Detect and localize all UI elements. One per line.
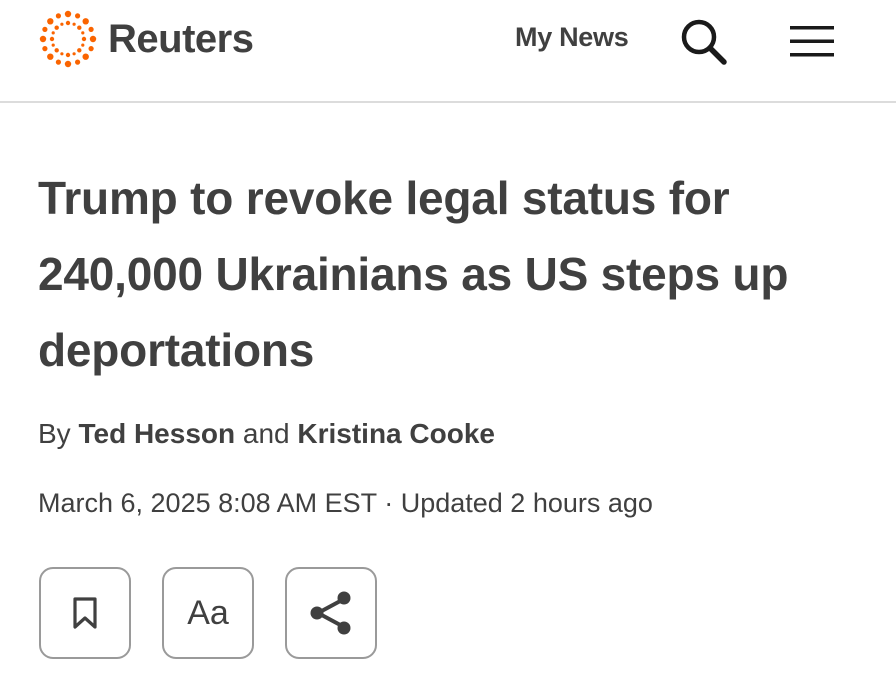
reuters-logo-icon xyxy=(39,10,97,68)
my-news-link[interactable]: My News xyxy=(515,22,629,53)
reuters-logo[interactable]: Reuters xyxy=(36,8,254,70)
byline-conjunction: and xyxy=(242,418,290,449)
text-size-label: Aa xyxy=(187,593,229,632)
save-article-button[interactable] xyxy=(39,567,131,659)
bookmark-icon xyxy=(73,597,97,629)
dateline: March 6, 2025 8:08 AM EST · Updated 2 ho… xyxy=(38,488,653,519)
search-button[interactable] xyxy=(676,16,732,68)
menu-button[interactable] xyxy=(786,20,838,62)
search-icon xyxy=(681,19,727,65)
article-headline: Trump to revoke legal status for 240,000… xyxy=(38,172,789,376)
hamburger-menu-icon xyxy=(790,26,834,57)
byline-prefix: By xyxy=(38,418,71,449)
share-icon xyxy=(310,591,351,635)
site-header: Reuters My News xyxy=(0,0,896,103)
publish-date: March 6, 2025 8:08 AM EST xyxy=(38,488,377,518)
updated-time: Updated 2 hours ago xyxy=(400,488,653,518)
byline: By Ted Hesson and Kristina Cooke xyxy=(38,418,495,450)
date-separator: · xyxy=(384,488,394,518)
logo-wordmark: Reuters xyxy=(108,16,254,61)
author-link-2[interactable]: Kristina Cooke xyxy=(297,418,495,449)
author-link-1[interactable]: Ted Hesson xyxy=(78,418,235,449)
share-button[interactable] xyxy=(285,567,377,659)
text-size-button[interactable]: Aa xyxy=(162,567,254,659)
